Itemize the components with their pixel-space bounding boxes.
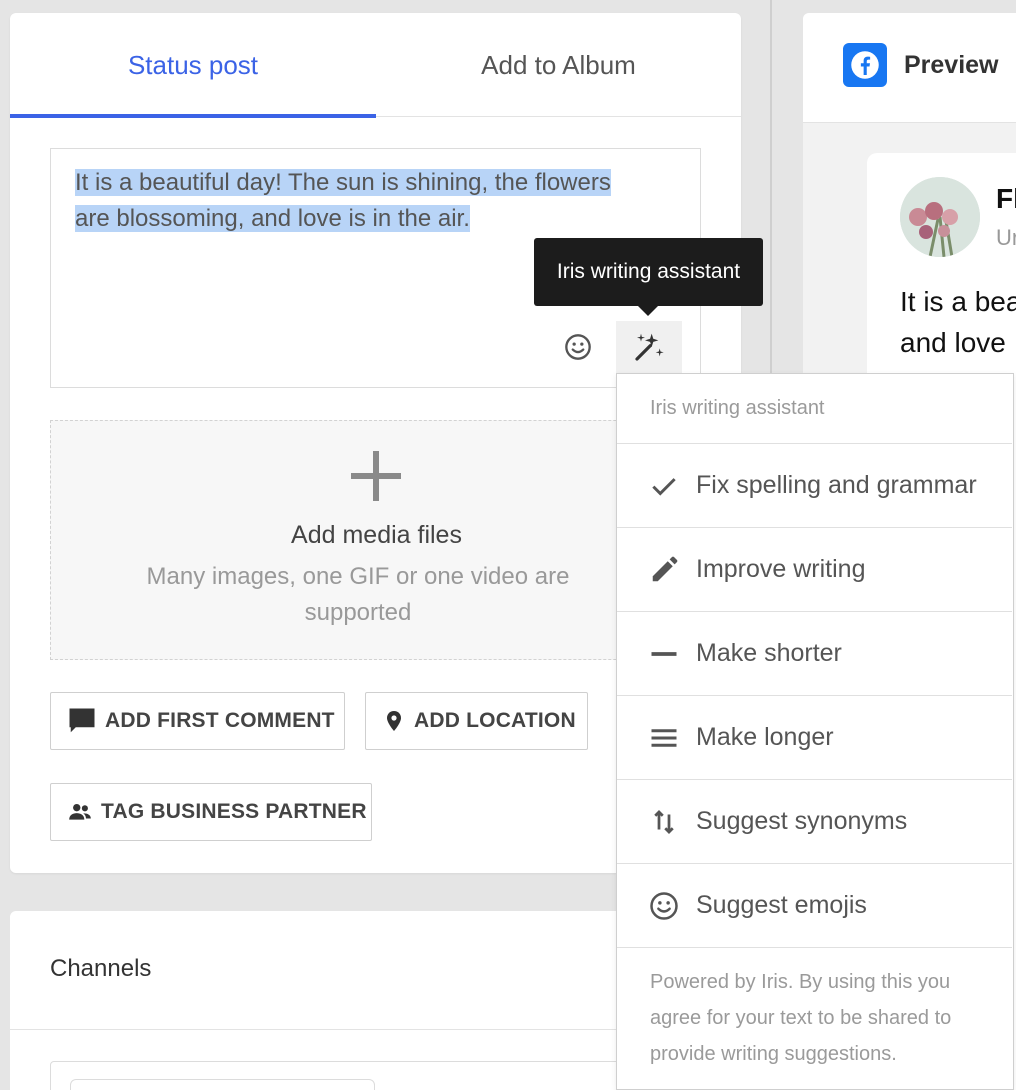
check-icon bbox=[649, 471, 679, 501]
menu-item-label: Make longer bbox=[696, 723, 834, 751]
writing-assistant-menu: Iris writing assistant Fix spelling and … bbox=[616, 373, 1014, 1090]
menu-item-label: Fix spelling and grammar bbox=[696, 471, 977, 499]
menu-disclaimer: Powered by Iris. By using this you agree… bbox=[650, 971, 952, 1065]
comment-icon bbox=[69, 708, 95, 733]
post-author-name: Fl bbox=[996, 183, 1016, 214]
menu-item-suggest-synonyms[interactable]: Suggest synonyms bbox=[617, 780, 1012, 864]
menu-item-fix-spelling[interactable]: Fix spelling and grammar bbox=[617, 444, 1012, 528]
add-first-comment-label: ADD FIRST COMMENT bbox=[105, 709, 335, 732]
preview-title: Preview bbox=[904, 51, 999, 79]
minus-icon bbox=[649, 639, 679, 669]
pencil-icon bbox=[649, 555, 679, 585]
post-meta: Ur bbox=[996, 225, 1016, 250]
media-dropzone-title: Add media files bbox=[291, 521, 462, 549]
menu-item-improve-writing[interactable]: Improve writing bbox=[617, 528, 1012, 612]
add-first-comment-button[interactable]: ADD FIRST COMMENT bbox=[50, 692, 345, 750]
magic-wand-icon bbox=[635, 333, 664, 361]
menu-item-make-longer[interactable]: Make longer bbox=[617, 696, 1012, 780]
tag-business-partner-label: TAG BUSINESS PARTNER bbox=[101, 800, 367, 823]
preview-post-text-line-2: and love bbox=[900, 327, 1006, 358]
media-dropzone-subtitle: Many images, one GIF or one video are su… bbox=[146, 563, 570, 626]
smiley-icon bbox=[565, 334, 591, 360]
channels-title: Channels bbox=[50, 955, 152, 982]
menu-item-label: Improve writing bbox=[696, 555, 866, 583]
composer-tabs: Status post Add to Album bbox=[10, 13, 741, 118]
writing-assistant-tooltip: Iris writing assistant bbox=[534, 238, 763, 316]
swap-vertical-icon bbox=[649, 807, 679, 837]
add-location-button[interactable]: ADD LOCATION bbox=[365, 692, 588, 750]
writing-assistant-button[interactable] bbox=[616, 321, 682, 373]
preview-post-text-line-1: It is a bea bbox=[900, 286, 1016, 317]
location-pin-icon bbox=[387, 711, 401, 731]
preview-post-text: It is a bea and love bbox=[900, 281, 1016, 363]
tab-add-to-album[interactable]: Add to Album bbox=[376, 13, 741, 117]
post-text-line-2: are blossoming, and love is in the air. bbox=[75, 205, 470, 232]
media-dropzone[interactable]: Add media files Many images, one GIF or … bbox=[50, 420, 701, 660]
lines-icon bbox=[649, 723, 679, 753]
menu-item-label: Make shorter bbox=[696, 639, 842, 667]
preview-header: Preview bbox=[803, 13, 1016, 123]
menu-header: Iris writing assistant bbox=[617, 374, 1012, 444]
emoji-picker-button[interactable] bbox=[558, 327, 598, 367]
menu-item-make-shorter[interactable]: Make shorter bbox=[617, 612, 1012, 696]
menu-item-suggest-emojis[interactable]: Suggest emojis bbox=[617, 864, 1012, 948]
tag-business-partner-button[interactable]: TAG BUSINESS PARTNER bbox=[50, 783, 372, 841]
menu-item-label: Suggest synonyms bbox=[696, 807, 908, 835]
tab-status-post[interactable]: Status post bbox=[10, 13, 376, 118]
facebook-icon bbox=[843, 43, 887, 87]
smiley-icon bbox=[649, 891, 679, 921]
channel-chip[interactable] bbox=[70, 1079, 375, 1090]
post-text-line-1: It is a beautiful day! The sun is shinin… bbox=[75, 169, 611, 196]
plus-icon bbox=[351, 451, 401, 501]
people-icon bbox=[69, 803, 91, 820]
avatar bbox=[900, 177, 980, 257]
post-text[interactable]: It is a beautiful day! The sun is shinin… bbox=[75, 165, 675, 237]
add-location-label: ADD LOCATION bbox=[414, 709, 576, 732]
menu-item-label: Suggest emojis bbox=[696, 891, 867, 919]
